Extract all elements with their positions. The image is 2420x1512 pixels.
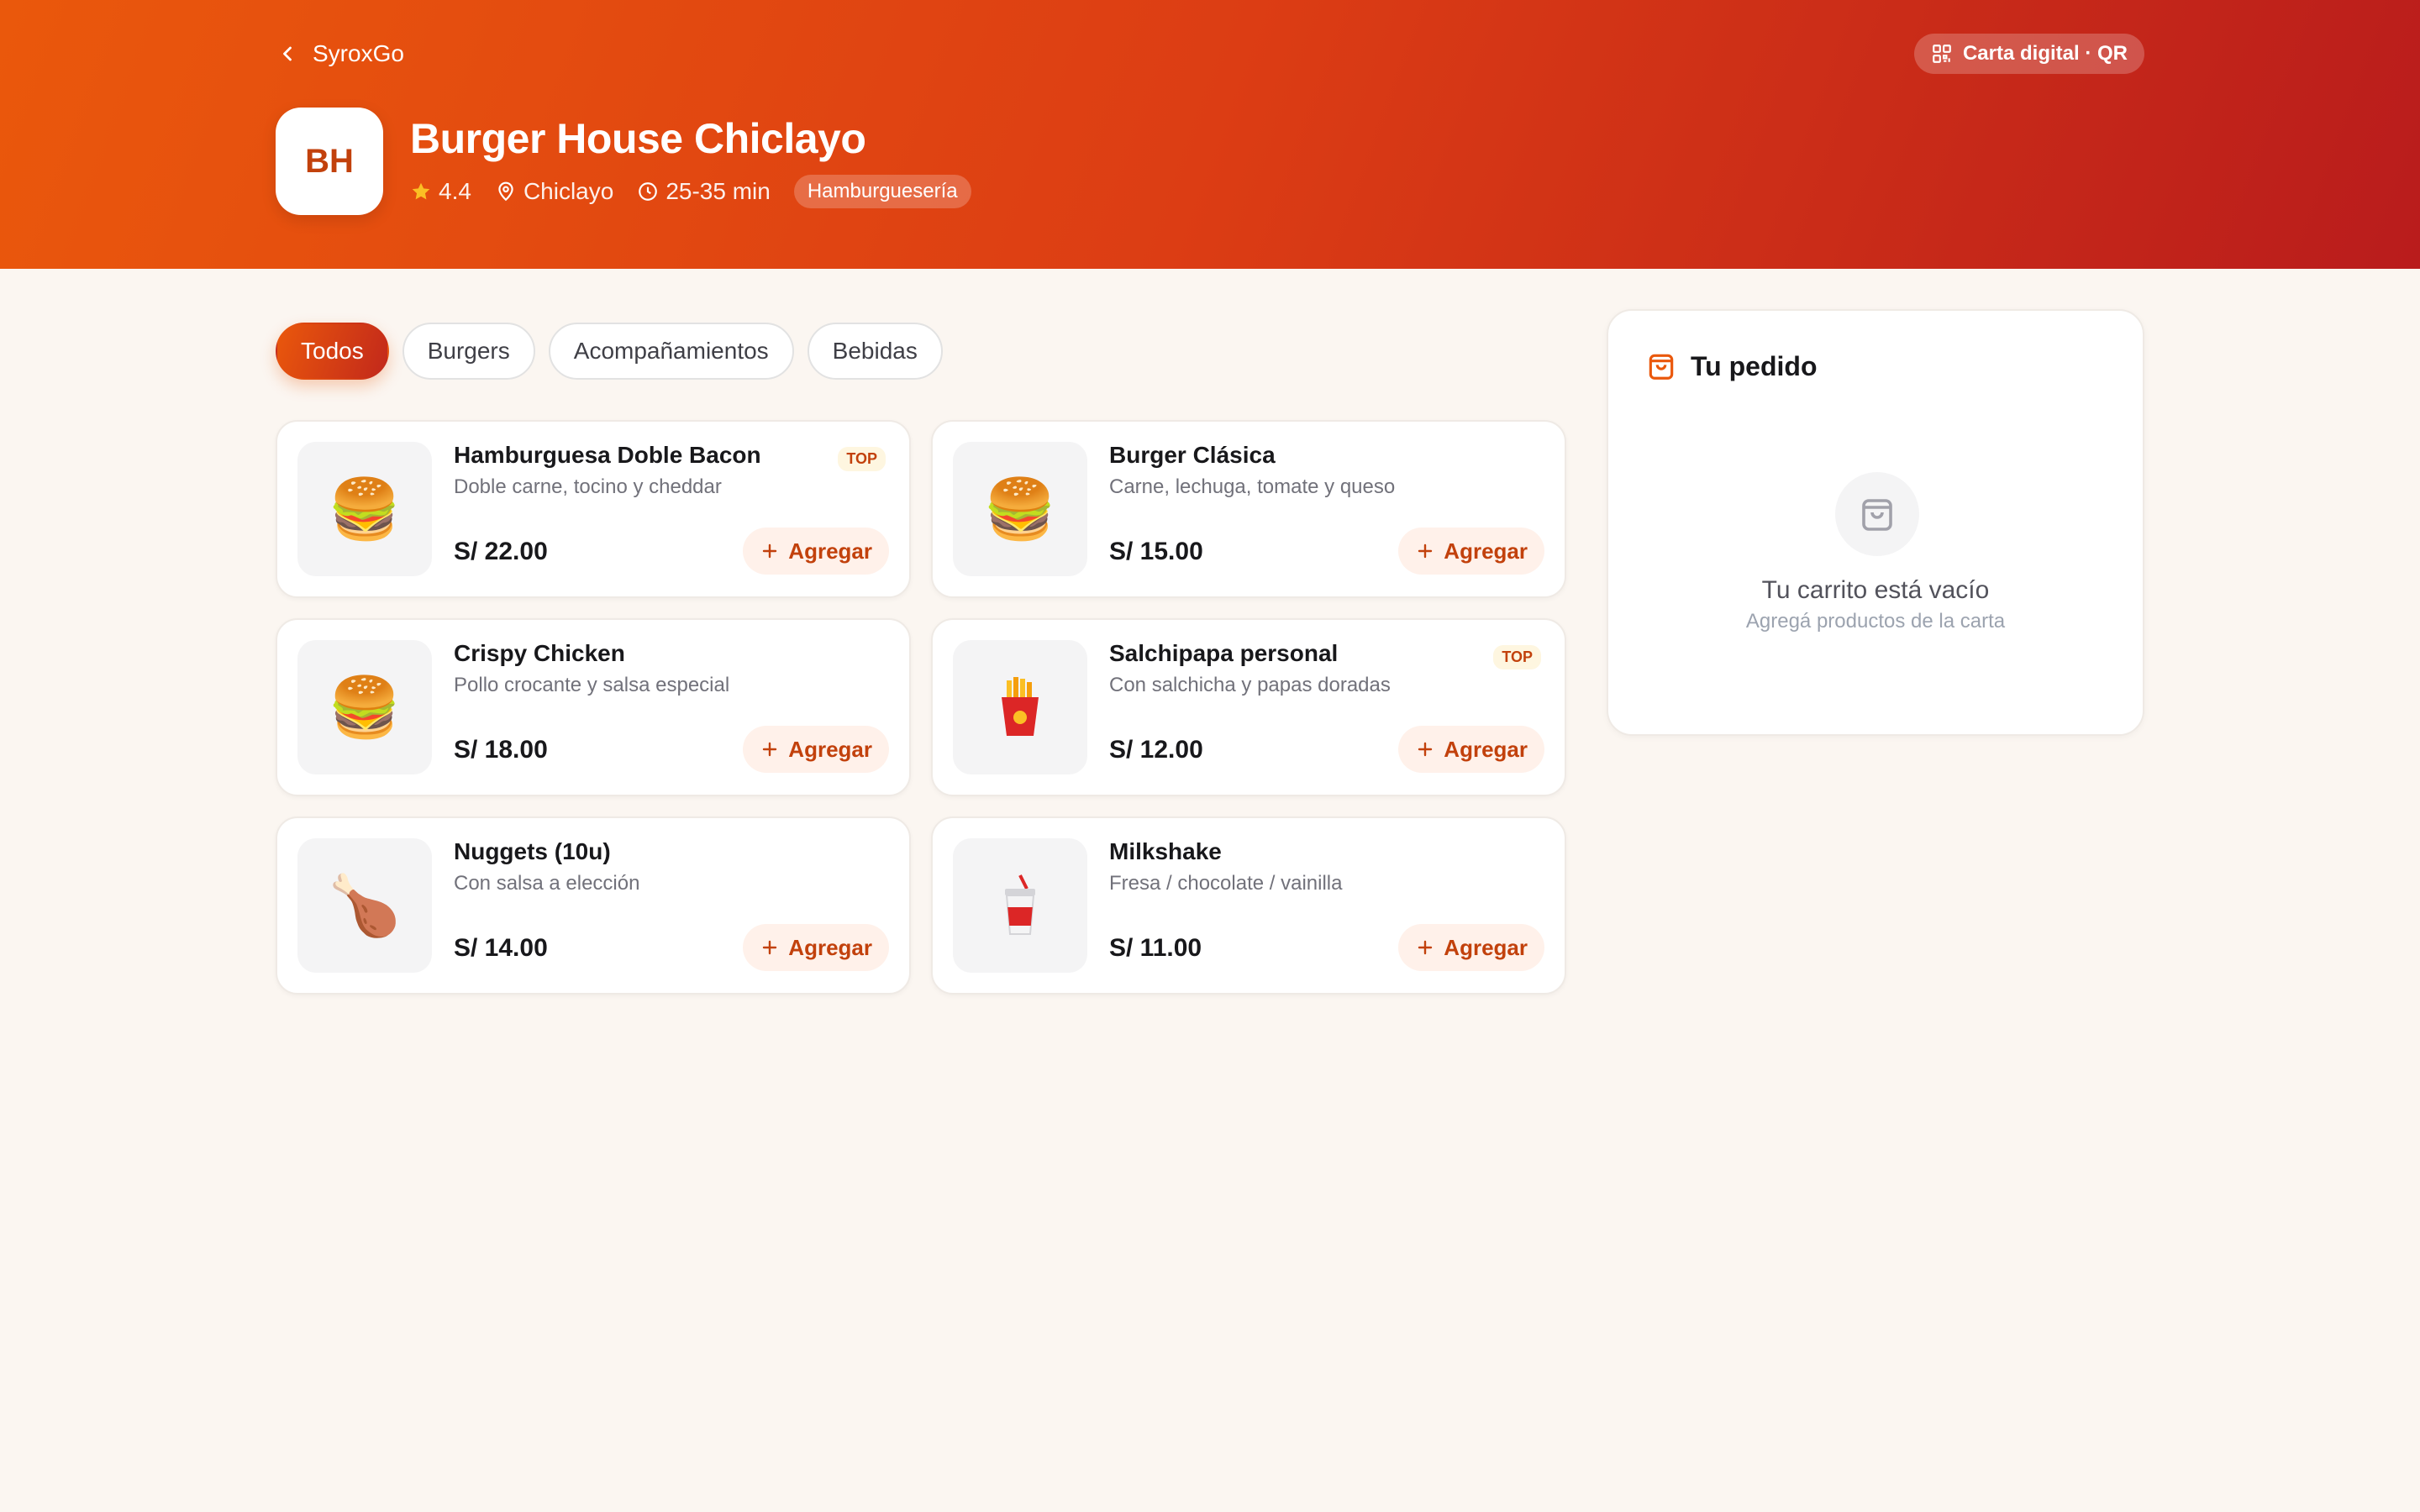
rating-value: 4.4 — [439, 178, 471, 204]
restaurant-title: Burger House Chiclayo — [410, 115, 866, 162]
back-button[interactable]: SyroxGo — [276, 37, 404, 71]
tab-bebidas[interactable]: Bebidas — [807, 323, 943, 380]
product-name: Burger Clásica — [1109, 442, 1276, 468]
empty-cart-subtitle: Agregá productos de la carta — [1745, 610, 2006, 633]
add-to-cart-button[interactable]: Agregar — [743, 528, 889, 575]
cart-panel: Tu pedido Tu carrito está vacío Agregá p… — [1607, 309, 2144, 736]
plus-icon — [1418, 543, 1433, 559]
cart-title: Tu pedido — [1691, 350, 1818, 381]
plus-icon — [763, 940, 777, 955]
logo-initials: BH — [305, 142, 354, 180]
fries-icon — [953, 640, 1087, 774]
add-label: Agregar — [788, 736, 872, 762]
product-card[interactable]: 🍔 Hamburguesa Doble Bacon TOP Doble carn… — [276, 420, 911, 598]
plus-icon — [1418, 742, 1433, 757]
burger-icon: 🍔 — [297, 442, 432, 576]
product-price: S/ 18.00 — [454, 736, 548, 764]
tab-todos[interactable]: Todos — [276, 323, 389, 380]
empty-cart-icon — [1835, 472, 1919, 556]
delivery-time-value: 25-35 min — [666, 178, 771, 204]
product-price: S/ 15.00 — [1109, 538, 1203, 565]
tab-burgers[interactable]: Burgers — [402, 323, 535, 380]
product-card[interactable]: 🍗 Nuggets (10u) Con salsa a elección S/ … — [276, 816, 911, 995]
delivery-time: 25-35 min — [637, 178, 771, 205]
product-card[interactable]: 🍔 Crispy Chicken Pollo crocante y salsa … — [276, 618, 911, 796]
product-price: S/ 11.00 — [1109, 934, 1202, 962]
map-pin-icon — [498, 181, 513, 202]
tab-acompanamientos[interactable]: Acompañamientos — [548, 323, 794, 380]
product-price: S/ 14.00 — [454, 934, 548, 962]
restaurant-header: SyroxGo Carta digital · QR BH Burger Hou… — [0, 0, 2420, 269]
cup-icon — [953, 838, 1087, 973]
product-name: Nuggets (10u) — [454, 838, 611, 864]
rating: 4.4 — [410, 178, 471, 205]
product-card[interactable]: Salchipapa personal TOP Con salchicha y … — [931, 618, 1566, 796]
location: Chiclayo — [495, 178, 613, 205]
product-grid: 🍔 Hamburguesa Doble Bacon TOP Doble carn… — [276, 420, 1566, 995]
clock-icon — [639, 182, 658, 201]
qr-menu-pill[interactable]: Carta digital · QR — [1913, 34, 2144, 74]
add-label: Agregar — [1444, 538, 1528, 564]
chevron-left-icon — [283, 46, 292, 61]
product-description: Carne, lechuga, tomate y queso — [1109, 475, 1396, 498]
empty-cart-title: Tu carrito está vacío — [1761, 576, 1990, 604]
shopping-bag-icon — [1649, 354, 1674, 380]
location-value: Chiclayo — [523, 178, 614, 204]
product-price: S/ 12.00 — [1109, 736, 1203, 764]
shopping-bag-icon — [1862, 499, 1892, 531]
add-label: Agregar — [788, 538, 872, 564]
product-card[interactable]: Milkshake Fresa / chocolate / vainilla S… — [931, 816, 1566, 995]
add-to-cart-button[interactable]: Agregar — [1398, 726, 1544, 773]
top-badge: TOP — [838, 447, 886, 471]
add-to-cart-button[interactable]: Agregar — [743, 726, 889, 773]
add-label: Agregar — [788, 934, 872, 960]
product-description: Con salsa a elección — [454, 872, 640, 895]
add-label: Agregar — [1444, 736, 1528, 762]
product-card[interactable]: 🍔 Burger Clásica Carne, lechuga, tomate … — [931, 420, 1566, 598]
burger-icon: 🍔 — [297, 640, 432, 774]
product-price: S/ 22.00 — [454, 538, 548, 565]
product-name: Milkshake — [1109, 838, 1222, 864]
product-name: Salchipapa personal — [1109, 640, 1339, 666]
add-to-cart-button[interactable]: Agregar — [743, 924, 889, 971]
product-description: Doble carne, tocino y cheddar — [454, 475, 722, 498]
plus-icon — [1418, 940, 1433, 955]
plus-icon — [763, 543, 777, 559]
add-to-cart-button[interactable]: Agregar — [1398, 528, 1544, 575]
top-badge: TOP — [1493, 645, 1541, 669]
restaurant-meta: 4.4 Chiclayo 25-35 min Hamburguesería — [410, 175, 971, 208]
star-icon — [412, 182, 430, 200]
drumstick-icon: 🍗 — [297, 838, 432, 973]
product-description: Pollo crocante y salsa especial — [454, 674, 730, 696]
back-label: SyroxGo — [313, 40, 404, 66]
product-description: Con salchicha y papas doradas — [1109, 674, 1391, 696]
qr-code-icon — [1933, 45, 1951, 63]
product-name: Crispy Chicken — [454, 640, 625, 666]
add-to-cart-button[interactable]: Agregar — [1398, 924, 1544, 971]
product-description: Fresa / chocolate / vainilla — [1109, 872, 1343, 895]
qr-label: Carta digital · QR — [1962, 42, 2128, 65]
restaurant-logo: BH — [276, 108, 383, 215]
plus-icon — [763, 742, 777, 757]
category-badge: Hamburguesería — [793, 175, 971, 208]
cart-header: Tu pedido — [1645, 348, 1817, 385]
add-label: Agregar — [1444, 934, 1528, 960]
category-tabs: Todos Burgers Acompañamientos Bebidas — [276, 323, 943, 380]
burger-icon: 🍔 — [953, 442, 1087, 576]
product-name: Hamburguesa Doble Bacon — [454, 442, 761, 468]
